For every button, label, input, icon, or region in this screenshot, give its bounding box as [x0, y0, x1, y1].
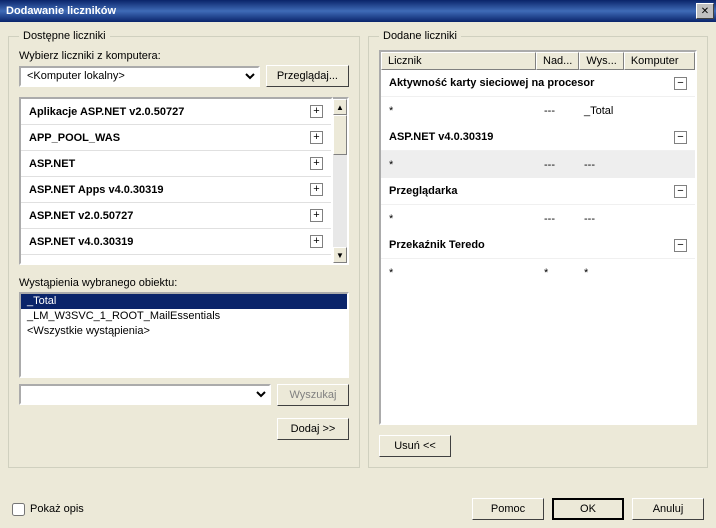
close-button[interactable]: ✕	[696, 3, 714, 19]
object-row[interactable]: ASP.NET v4.0.30319 +	[21, 229, 331, 255]
object-row[interactable]: APP_POOL_WAS +	[21, 125, 331, 151]
collapse-icon[interactable]: −	[674, 185, 687, 198]
instance-row[interactable]: <Wszystkie wystąpienia>	[21, 324, 347, 339]
added-header: Licznik Nad... Wys... Komputer	[379, 50, 697, 70]
help-button[interactable]: Pomoc	[472, 498, 544, 520]
expand-icon[interactable]: +	[310, 157, 323, 170]
object-name: ASP.NET	[29, 158, 75, 170]
group-row[interactable]: Przeglądarka −	[381, 178, 695, 205]
group-row[interactable]: Przekaźnik Teredo −	[381, 232, 695, 259]
browse-button[interactable]: Przeglądaj...	[266, 65, 349, 87]
ok-button[interactable]: OK	[552, 498, 624, 520]
expand-icon[interactable]: +	[310, 209, 323, 222]
object-name: APP_POOL_WAS	[29, 132, 120, 144]
group-name: Przekaźnik Teredo	[389, 239, 485, 251]
header-computer[interactable]: Komputer	[624, 52, 695, 70]
remove-button[interactable]: Usuń <<	[379, 435, 451, 457]
scroll-up-icon[interactable]: ▲	[333, 99, 347, 115]
header-parent[interactable]: Nad...	[536, 52, 579, 70]
expand-icon[interactable]: +	[310, 183, 323, 196]
instances-list[interactable]: _Total_LM_W3SVC_1_ROOT_MailEssentials<Ws…	[19, 292, 349, 378]
collapse-icon[interactable]: −	[674, 77, 687, 90]
counter-row[interactable]: ***	[381, 259, 695, 286]
group-row[interactable]: ASP.NET v4.0.30319 −	[381, 124, 695, 151]
available-legend: Dostępne liczniki	[19, 30, 110, 42]
added-counters-group: Dodane liczniki Licznik Nad... Wys... Ko…	[368, 30, 708, 468]
object-name: Aplikacje ASP.NET v2.0.50727	[29, 106, 184, 118]
object-row[interactable]: ASP.NET Apps v4.0.30319 +	[21, 177, 331, 203]
collapse-icon[interactable]: −	[674, 131, 687, 144]
added-list[interactable]: Aktywność karty sieciowej na procesor − *-…	[379, 70, 697, 425]
group-row[interactable]: Aktywność karty sieciowej na procesor −	[381, 70, 695, 97]
group-name: ASP.NET v4.0.30319	[389, 131, 493, 143]
scroll-thumb[interactable]	[333, 115, 347, 155]
show-description-checkbox[interactable]: Pokaż opis	[12, 503, 84, 516]
object-row[interactable]: ASP.NET +	[21, 151, 331, 177]
object-row[interactable]: Aplikacje ASP.NET v2.0.50727 +	[21, 99, 331, 125]
object-name: ASP.NET Apps v4.0.30319	[29, 184, 164, 196]
expand-icon[interactable]: +	[310, 131, 323, 144]
cancel-button[interactable]: Anuluj	[632, 498, 704, 520]
instances-label: Wystąpienia wybranego obiektu:	[19, 277, 349, 289]
scroll-down-icon[interactable]: ▼	[333, 247, 347, 263]
expand-icon[interactable]: +	[310, 235, 323, 248]
instance-row[interactable]: _Total	[21, 294, 347, 309]
group-name: Przeglądarka	[389, 185, 457, 197]
search-button: Wyszukaj	[277, 384, 349, 406]
object-name: ASP.NET v4.0.30319	[29, 236, 133, 248]
add-button[interactable]: Dodaj >>	[277, 418, 349, 440]
counter-row[interactable]: *------	[381, 151, 695, 178]
header-counter[interactable]: Licznik	[381, 52, 536, 70]
counter-row[interactable]: *------	[381, 205, 695, 232]
show-description-label: Pokaż opis	[30, 503, 84, 515]
added-legend: Dodane liczniki	[379, 30, 461, 42]
computer-select[interactable]: <Komputer lokalny>	[19, 66, 260, 87]
available-counters-group: Dostępne liczniki Wybierz liczniki z kom…	[8, 30, 360, 468]
expand-icon[interactable]: +	[310, 105, 323, 118]
collapse-icon[interactable]: −	[674, 239, 687, 252]
instance-row[interactable]: _LM_W3SVC_1_ROOT_MailEssentials	[21, 309, 347, 324]
objects-scrollbar[interactable]: ▲ ▼	[333, 97, 349, 265]
object-name: ASP.NET v2.0.50727	[29, 210, 133, 222]
counter-row[interactable]: *---_Total	[381, 97, 695, 124]
computer-label: Wybierz liczniki z komputera:	[19, 50, 349, 62]
objects-list[interactable]: Aplikacje ASP.NET v2.0.50727+APP_POOL_WA…	[19, 97, 333, 265]
window-title: Dodawanie liczników	[6, 5, 116, 17]
search-combo[interactable]	[19, 384, 271, 405]
header-instance[interactable]: Wys...	[579, 52, 623, 70]
object-row[interactable]: ASP.NET v2.0.50727 +	[21, 203, 331, 229]
group-name: Aktywność karty sieciowej na procesor	[389, 77, 594, 89]
close-icon: ✕	[701, 6, 709, 17]
